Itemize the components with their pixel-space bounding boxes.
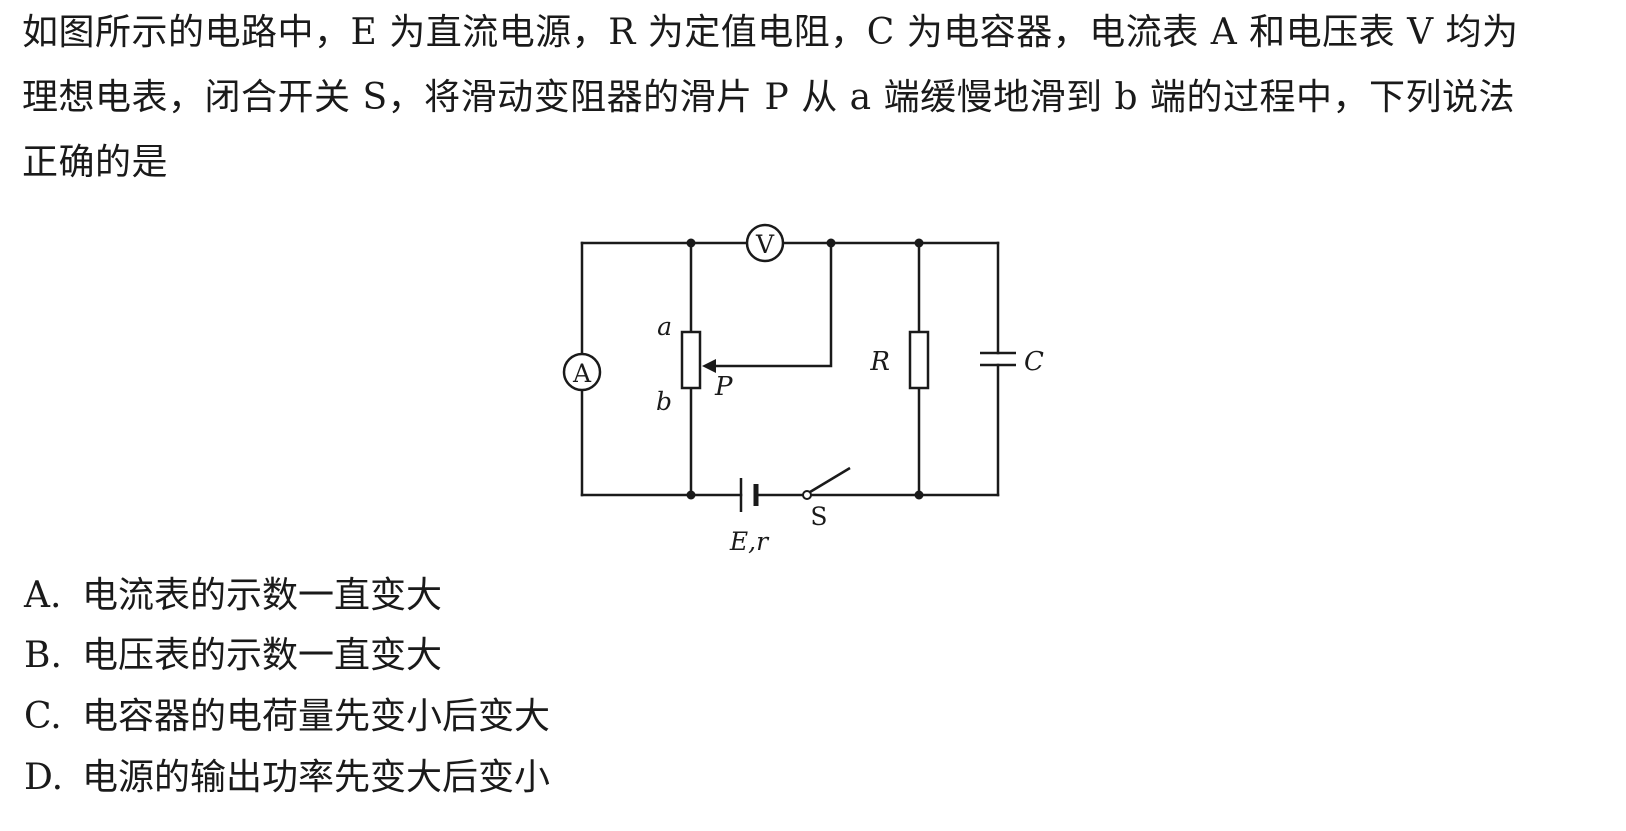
option-a-letter: A. [24, 575, 62, 616]
ammeter-label: A [572, 359, 592, 388]
junction-dot [686, 490, 696, 500]
resistor-label: R [869, 347, 890, 377]
option-a[interactable]: A. 电流表的示数一直变大 [24, 568, 442, 624]
option-a-text: 电流表的示数一直变大 [82, 575, 443, 616]
capacitor-symbol [980, 351, 1016, 367]
option-d-letter: D. [24, 757, 64, 798]
switch-label: S [810, 502, 827, 531]
option-c[interactable]: C. 电容器的电荷量先变小后变大 [24, 689, 550, 745]
option-c-letter: C. [24, 696, 62, 737]
rheostat-symbol [680, 330, 702, 390]
junction-dot [686, 238, 696, 248]
voltmeter-symbol: V [745, 223, 785, 263]
option-d-text: 电源的输出功率先变大后变小 [82, 757, 551, 798]
option-b[interactable]: B. 电压表的示数一直变大 [24, 628, 442, 684]
source-label: E,r [729, 527, 770, 556]
ammeter-symbol: A [562, 352, 602, 392]
resistor-symbol [908, 330, 930, 390]
junction-dot [826, 238, 836, 248]
wire-slider [709, 241, 833, 368]
rheostat-end-b-label: b [656, 387, 672, 416]
battery-symbol [739, 478, 759, 512]
slider-arrowhead [702, 359, 716, 373]
option-c-text: 电容器的电荷量先变小后变大 [82, 696, 551, 737]
option-b-letter: B. [24, 635, 62, 676]
option-b-text: 电压表的示数一直变大 [82, 635, 443, 676]
option-d[interactable]: D. 电源的输出功率先变大后变小 [24, 750, 550, 806]
junction-dot [914, 238, 924, 248]
voltmeter-label: V [755, 230, 775, 259]
slider-label: P [714, 372, 733, 402]
junction-dot [914, 490, 924, 500]
rheostat-end-a-label: a [657, 312, 672, 341]
capacitor-label: C [1024, 347, 1044, 377]
